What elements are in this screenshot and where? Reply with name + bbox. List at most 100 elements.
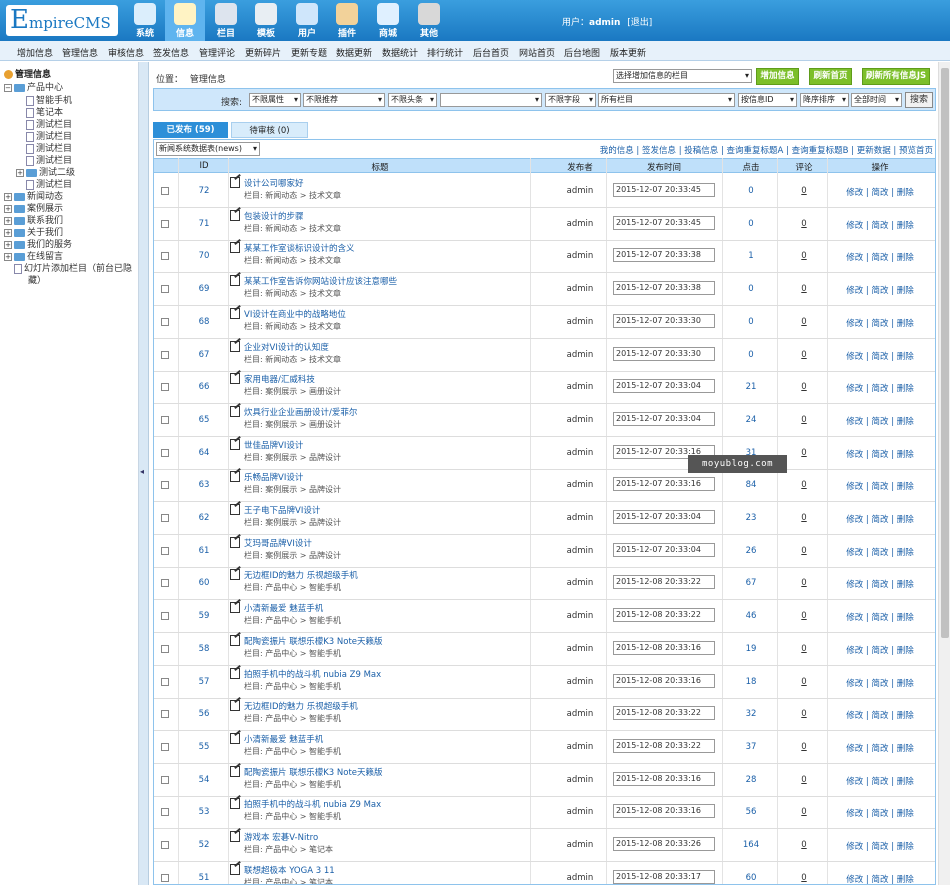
delete-link[interactable]: 删除 bbox=[897, 188, 914, 198]
delete-link[interactable]: 删除 bbox=[897, 679, 914, 689]
row-checkbox[interactable] bbox=[161, 219, 169, 228]
row-title[interactable]: 无边框ID的魅力 乐视超级手机 bbox=[244, 571, 358, 581]
delete-link[interactable]: 删除 bbox=[897, 744, 914, 754]
row-title[interactable]: 世佳品牌VI设计 bbox=[244, 441, 303, 451]
row-time-input[interactable]: 2015-12-08 20:33:17 bbox=[613, 869, 715, 884]
row-title[interactable]: 炊具行业企业画册设计/爱菲尔 bbox=[244, 408, 357, 418]
edit-link[interactable]: 修改 bbox=[846, 482, 863, 492]
row-comments[interactable]: 0 bbox=[779, 284, 829, 294]
row-id[interactable]: 60 bbox=[180, 578, 228, 588]
refresh-home-button[interactable]: 刷新首页 bbox=[809, 68, 852, 85]
delete-link[interactable]: 删除 bbox=[897, 842, 914, 852]
edit-link[interactable]: 修改 bbox=[846, 450, 863, 460]
row-title[interactable]: 无边框ID的魅力 乐视超级手机 bbox=[244, 702, 358, 712]
row-id[interactable]: 59 bbox=[180, 611, 228, 621]
row-comments[interactable]: 0 bbox=[779, 186, 829, 196]
row-comments[interactable]: 0 bbox=[779, 873, 829, 883]
row-id[interactable]: 67 bbox=[180, 350, 228, 360]
row-comments[interactable]: 0 bbox=[779, 546, 829, 556]
row-time-input[interactable]: 2015-12-08 20:33:26 bbox=[613, 837, 715, 851]
row-time-input[interactable]: 2015-12-08 20:33:16 bbox=[613, 804, 715, 819]
row-time-input[interactable]: 2015-12-08 20:33:22 bbox=[613, 706, 715, 721]
logout-link[interactable]: [退出] bbox=[627, 18, 652, 28]
row-title[interactable]: 家用电器/汇威科技 bbox=[244, 375, 315, 385]
delete-link[interactable]: 删除 bbox=[897, 875, 914, 884]
row-title[interactable]: 联想超极本 YOGA 3 11 bbox=[244, 866, 335, 876]
quick-edit-link[interactable]: 简改 bbox=[871, 809, 888, 819]
row-category-path[interactable]: 新闻动态 > 技术文章 bbox=[265, 256, 341, 265]
edit-doc-icon[interactable] bbox=[230, 602, 240, 614]
sidebar-splitter[interactable]: ◂ bbox=[139, 62, 149, 885]
row-title[interactable]: 包装设计的步骤 bbox=[244, 212, 304, 222]
row-comments[interactable]: 0 bbox=[779, 807, 829, 817]
row-time-input[interactable]: 2015-12-07 20:33:38 bbox=[613, 281, 715, 296]
row-title[interactable]: 配陶瓷振片 联想乐檬K3 Note天籁版 bbox=[244, 768, 383, 778]
row-id[interactable]: 63 bbox=[180, 480, 228, 490]
row-comments[interactable]: 0 bbox=[779, 251, 829, 261]
expand-icon[interactable]: + bbox=[4, 192, 12, 201]
row-title[interactable]: 设计公司哪家好 bbox=[244, 179, 304, 189]
data-table-select[interactable]: 新闻系统数据表(news) bbox=[156, 142, 260, 156]
delete-link[interactable]: 删除 bbox=[897, 450, 914, 460]
row-category-path[interactable]: 新闻动态 > 技术文章 bbox=[265, 191, 341, 200]
menu-item-9[interactable]: 排行统计 bbox=[427, 46, 463, 59]
row-time-input[interactable]: 2015-12-07 20:33:16 bbox=[613, 477, 715, 492]
menu-item-8[interactable]: 数据统计 bbox=[382, 46, 418, 59]
quick-edit-link[interactable]: 简改 bbox=[871, 221, 888, 231]
row-id[interactable]: 55 bbox=[180, 742, 228, 752]
scrollbar[interactable] bbox=[938, 62, 950, 885]
edit-link[interactable]: 修改 bbox=[846, 253, 863, 263]
expand-icon[interactable]: + bbox=[4, 252, 12, 261]
edit-link[interactable]: 修改 bbox=[846, 777, 863, 787]
edit-doc-icon[interactable] bbox=[230, 504, 240, 515]
row-time-input[interactable]: 2015-12-07 20:33:30 bbox=[613, 346, 715, 361]
topnav-shop[interactable]: 商城 bbox=[368, 0, 408, 41]
row-title[interactable]: 拍照手机中的战斗机 nubia Z9 Max bbox=[244, 670, 381, 680]
expand-icon[interactable]: + bbox=[4, 228, 12, 237]
order-field-select[interactable]: 按信息ID bbox=[738, 93, 797, 107]
menu-item-6[interactable]: 更新专题 bbox=[291, 46, 327, 59]
field-select[interactable]: 不限字段 bbox=[545, 93, 596, 107]
row-comments[interactable]: 0 bbox=[779, 219, 829, 229]
row-id[interactable]: 52 bbox=[180, 840, 228, 850]
menu-item-0[interactable]: 增加信息 bbox=[17, 46, 53, 59]
row-id[interactable]: 69 bbox=[180, 284, 228, 294]
column-filter-select[interactable]: 所有栏目 bbox=[598, 93, 735, 107]
row-category-path[interactable]: 产品中心 > 智能手机 bbox=[265, 682, 341, 691]
row-category-path[interactable]: 产品中心 > 智能手机 bbox=[265, 583, 341, 592]
row-checkbox[interactable] bbox=[161, 514, 169, 522]
quick-edit-link[interactable]: 简改 bbox=[871, 613, 888, 623]
menu-item-1[interactable]: 管理信息 bbox=[62, 46, 98, 59]
row-comments[interactable]: 0 bbox=[779, 317, 829, 327]
edit-link[interactable]: 修改 bbox=[846, 548, 863, 558]
edit-doc-icon[interactable] bbox=[230, 667, 240, 679]
edit-link[interactable]: 修改 bbox=[846, 679, 863, 689]
edit-doc-icon[interactable] bbox=[230, 831, 240, 842]
row-id[interactable]: 72 bbox=[180, 186, 228, 196]
row-checkbox[interactable] bbox=[161, 415, 169, 424]
delete-link[interactable]: 删除 bbox=[897, 253, 914, 263]
tree-node[interactable]: 藏） bbox=[28, 273, 46, 286]
tree-node[interactable]: − 产品中心 bbox=[4, 80, 63, 93]
column-select[interactable]: 选择增加信息的栏目 bbox=[613, 69, 752, 83]
row-checkbox[interactable] bbox=[161, 710, 169, 719]
row-title[interactable]: 企业对VI设计的认知度 bbox=[244, 343, 329, 353]
topnav-template[interactable]: 模板 bbox=[246, 0, 286, 41]
edit-link[interactable]: 修改 bbox=[846, 842, 863, 852]
row-category-path[interactable]: 案例展示 > 画册设计 bbox=[265, 420, 341, 429]
quick-edit-link[interactable]: 简改 bbox=[871, 744, 888, 754]
row-checkbox[interactable] bbox=[161, 350, 169, 359]
edit-doc-icon[interactable] bbox=[230, 177, 240, 188]
row-checkbox[interactable] bbox=[161, 285, 169, 294]
row-checkbox[interactable] bbox=[161, 187, 169, 195]
row-id[interactable]: 61 bbox=[180, 546, 228, 556]
edit-link[interactable]: 修改 bbox=[846, 286, 863, 296]
row-checkbox[interactable] bbox=[161, 481, 169, 490]
menu-item-11[interactable]: 网站首页 bbox=[519, 46, 555, 59]
row-checkbox[interactable] bbox=[161, 383, 169, 392]
row-category-path[interactable]: 产品中心 > 智能手机 bbox=[265, 812, 341, 821]
delete-link[interactable]: 删除 bbox=[897, 286, 914, 296]
menu-item-3[interactable]: 签发信息 bbox=[153, 46, 189, 59]
edit-doc-icon[interactable] bbox=[230, 536, 240, 548]
quick-edit-link[interactable]: 简改 bbox=[871, 679, 888, 689]
